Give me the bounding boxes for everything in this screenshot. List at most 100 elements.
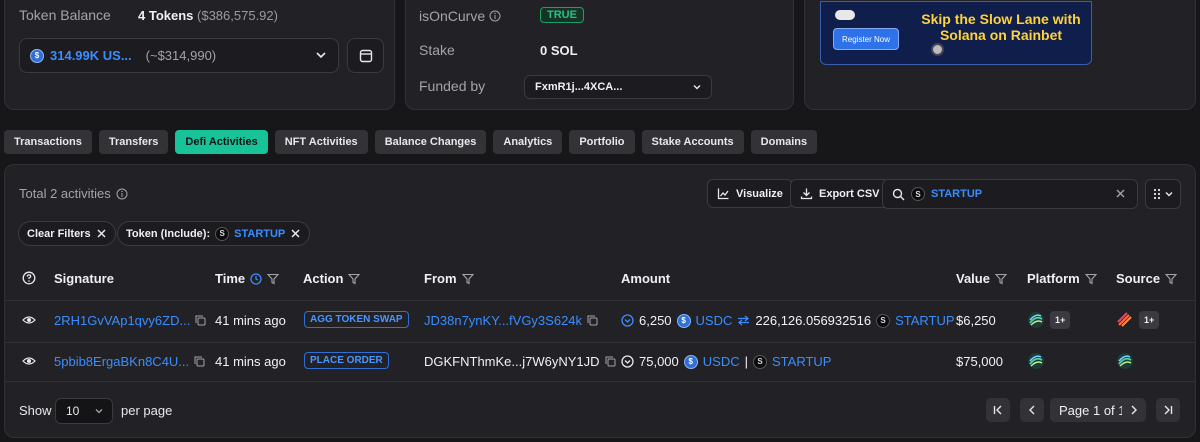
- search-input[interactable]: S STARTUP: [882, 179, 1138, 209]
- defi-activities-panel: Total 2 activities Visualize Export CSV …: [4, 164, 1196, 438]
- clock-icon[interactable]: [250, 272, 262, 285]
- tab-balance-changes[interactable]: Balance Changes: [374, 130, 487, 154]
- ad-card: Skip the Slow Lane with Solana on Rainbe…: [804, 0, 1196, 110]
- divider: [5, 342, 1195, 343]
- copy-icon[interactable]: [605, 356, 616, 367]
- ad-banner[interactable]: Skip the Slow Lane with Solana on Rainbe…: [820, 1, 1092, 65]
- divider: [5, 300, 1195, 301]
- last-page-button[interactable]: [1156, 398, 1180, 422]
- token-filter-value: STARTUP: [234, 227, 286, 240]
- action-header-label: Action: [303, 271, 344, 286]
- signature-link[interactable]: 5pbib8ErgaBKn8C4U...: [54, 354, 189, 369]
- tab-portfolio[interactable]: Portfolio: [569, 130, 635, 154]
- source-logo-icon[interactable]: [1116, 352, 1134, 370]
- chevron-down-icon: [94, 406, 104, 416]
- ad-register-button[interactable]: Register Now: [833, 28, 899, 50]
- column-header-amount: Amount: [621, 271, 671, 286]
- signature-link[interactable]: 2RH1GvVAp1qvy6ZD...: [54, 313, 190, 328]
- tab-stake-accounts[interactable]: Stake Accounts: [641, 130, 744, 154]
- solana-coin-icon: [931, 43, 944, 56]
- from-address-link[interactable]: JD38n7ynKY...fVGy3S624k: [424, 313, 582, 328]
- token-in-link[interactable]: USDC: [703, 354, 740, 369]
- token-out-link[interactable]: STARTUP: [895, 313, 954, 328]
- tab-analytics[interactable]: Analytics: [493, 130, 563, 154]
- column-header-value: Value: [956, 271, 1007, 286]
- first-page-icon: [992, 404, 1004, 416]
- filter-icon[interactable]: [267, 273, 280, 285]
- stake-value: 0 SOL: [540, 43, 578, 58]
- platform-more-badge[interactable]: 1+: [1050, 311, 1071, 329]
- filter-icon[interactable]: [994, 273, 1007, 285]
- export-csv-button[interactable]: Export CSV: [790, 179, 890, 208]
- from-header-label: From: [424, 271, 457, 286]
- from-address-text[interactable]: DGKFNThmKe...j7W6yNY1JD: [424, 354, 600, 369]
- usdc-coin-icon: $: [30, 48, 44, 63]
- token-balance-label: Token Balance: [19, 7, 111, 23]
- filter-icon[interactable]: [1084, 273, 1097, 285]
- token-filter-chip[interactable]: Token (Include): S STARTUP: [117, 221, 311, 246]
- grid-dots-icon: [1153, 188, 1161, 200]
- column-menu-button[interactable]: [1145, 179, 1181, 209]
- platform-logo-icon[interactable]: [1027, 311, 1045, 329]
- action-badge: AGG TOKEN SWAP: [304, 311, 409, 328]
- copy-icon[interactable]: [194, 356, 205, 367]
- show-label: Show: [19, 403, 52, 418]
- usdc-coin-icon: $: [676, 313, 691, 328]
- usdc-coin-icon: $: [683, 354, 698, 369]
- visualize-button[interactable]: Visualize: [707, 179, 793, 208]
- token-in-link[interactable]: USDC: [696, 313, 733, 328]
- column-header-action: Action: [303, 271, 361, 286]
- source-more-badge[interactable]: 1+: [1139, 311, 1160, 329]
- tab-transactions[interactable]: Transactions: [4, 130, 92, 154]
- amount-cell: 75,000 $ USDC | S STARTUP: [621, 354, 831, 369]
- first-page-button[interactable]: [986, 398, 1010, 422]
- filter-icon[interactable]: [348, 273, 361, 285]
- total-activities-text: Total 2 activities: [19, 186, 111, 201]
- tab-domains[interactable]: Domains: [750, 130, 818, 154]
- close-icon[interactable]: [290, 228, 301, 239]
- token-list-button[interactable]: [347, 38, 384, 73]
- clear-filters-chip[interactable]: Clear Filters: [18, 221, 116, 246]
- platform-logo-icon[interactable]: [1027, 352, 1045, 370]
- filter-icon[interactable]: [461, 273, 474, 285]
- clear-filters-label: Clear Filters: [27, 227, 91, 240]
- is-on-curve-badge: TRUE: [540, 7, 584, 23]
- chevron-down-icon: [1164, 189, 1174, 199]
- copy-icon[interactable]: [587, 315, 598, 326]
- selected-token-usd: (~$314,990): [145, 48, 217, 63]
- next-page-button[interactable]: [1122, 398, 1146, 422]
- source-logo-icon[interactable]: [1116, 311, 1134, 329]
- previous-page-button[interactable]: [1020, 398, 1044, 422]
- eye-icon[interactable]: [22, 354, 36, 368]
- token-out-link[interactable]: STARTUP: [772, 354, 831, 369]
- tab-nft-activities[interactable]: NFT Activities: [274, 130, 368, 154]
- filter-icon[interactable]: [1165, 273, 1178, 285]
- ad-headline: Skip the Slow Lane with Solana on Rainbe…: [921, 11, 1081, 43]
- search-icon: [892, 188, 905, 201]
- platform-header-label: Platform: [1027, 271, 1080, 286]
- copy-icon[interactable]: [195, 315, 206, 326]
- page-size-select[interactable]: 10: [55, 398, 113, 424]
- startup-token-icon: S: [215, 226, 230, 241]
- token-balance-usd: ($386,575.92): [197, 8, 278, 23]
- tab-defi-activities[interactable]: Defi Activities: [175, 130, 268, 154]
- download-icon: [800, 187, 813, 200]
- eye-icon[interactable]: [22, 313, 36, 327]
- close-icon[interactable]: [1114, 187, 1127, 200]
- tab-transfers[interactable]: Transfers: [98, 130, 169, 154]
- chart-icon: [717, 187, 730, 200]
- amount-cell: 6,250 $ USDC 226,126.056932516 S STARTUP: [621, 313, 955, 328]
- amount-in: 6,250: [639, 313, 672, 328]
- time-cell: 41 mins ago: [215, 313, 286, 328]
- token-balance-card: Token Balance 4 Tokens ($386,575.92) $ 3…: [4, 0, 395, 110]
- rainbet-logo-icon: [835, 10, 855, 20]
- separator: |: [744, 354, 748, 369]
- tab-bar: Transactions Transfers Defi Activities N…: [4, 130, 818, 154]
- help-icon[interactable]: [22, 271, 36, 285]
- funded-by-select[interactable]: FxmR1j...4XCA...: [524, 75, 712, 99]
- chevron-left-icon: [1026, 404, 1038, 416]
- token-select[interactable]: $ 314.99K US... (~$314,990): [19, 38, 339, 73]
- value-cell: $6,250: [956, 313, 996, 328]
- token-filter-label: Token (Include):: [126, 227, 211, 240]
- column-header-platform: Platform: [1027, 271, 1097, 286]
